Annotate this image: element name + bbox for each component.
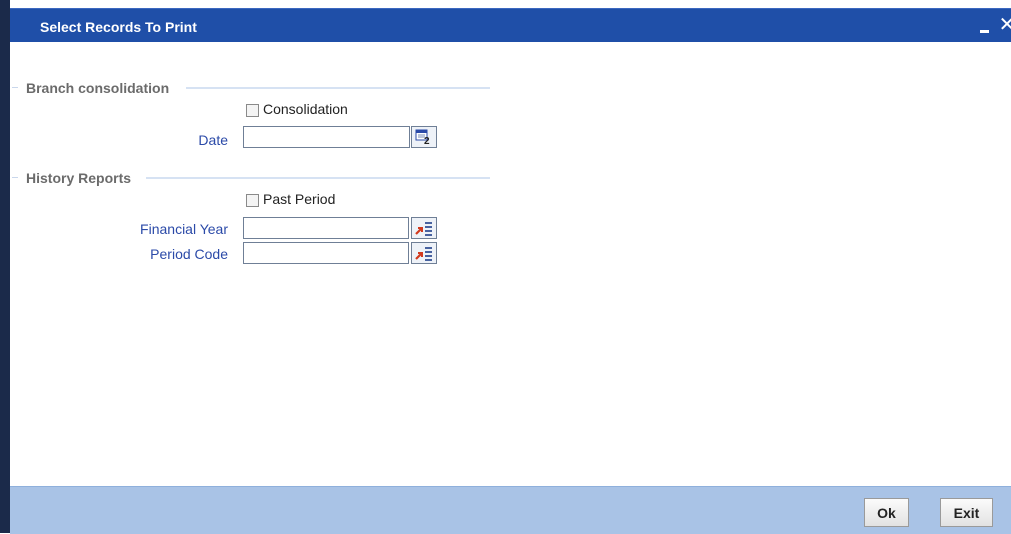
svg-text:2: 2 <box>424 136 430 147</box>
section-rule <box>186 87 490 89</box>
minimize-icon[interactable] <box>976 15 994 35</box>
past-period-checkbox-label: Past Period <box>263 191 336 207</box>
window-title: Select Records To Print <box>40 19 197 35</box>
date-label: Date <box>198 132 228 148</box>
form-content: Branch consolidation Consolidation Date … <box>10 42 1011 486</box>
period-code-lov-icon[interactable] <box>411 242 437 264</box>
list-of-values-icon <box>415 222 432 236</box>
section-rule <box>146 177 490 179</box>
consolidation-checkbox[interactable] <box>246 104 259 117</box>
title-bar: Select Records To Print ✕ <box>10 8 1011 43</box>
past-period-checkbox[interactable] <box>246 194 259 207</box>
list-of-values-icon <box>415 247 432 261</box>
window-left-border <box>0 0 10 533</box>
financial-year-label: Financial Year <box>140 221 228 237</box>
history-reports-header: History Reports <box>10 170 500 186</box>
footer-bar: Ok Exit <box>10 486 1011 534</box>
exit-button[interactable]: Exit <box>940 498 993 527</box>
branch-consolidation-title: Branch consolidation <box>26 80 170 96</box>
section-dash <box>12 87 18 88</box>
financial-year-lov-icon[interactable] <box>411 217 437 239</box>
calendar-icon[interactable]: 2 <box>411 126 437 148</box>
history-reports-title: History Reports <box>26 170 132 186</box>
period-code-label: Period Code <box>150 246 228 262</box>
ok-button[interactable]: Ok <box>864 498 909 527</box>
close-icon[interactable]: ✕ <box>997 14 1011 36</box>
period-code-field[interactable] <box>243 242 409 264</box>
branch-consolidation-header: Branch consolidation <box>10 80 500 96</box>
consolidation-checkbox-label: Consolidation <box>263 101 348 117</box>
calendar-icon-graphic: 2 <box>415 129 430 147</box>
section-dash <box>12 177 18 178</box>
select-records-window: Select Records To Print ✕ Branch consoli… <box>0 0 1011 534</box>
financial-year-field[interactable] <box>243 217 409 239</box>
minimize-bar <box>980 30 989 33</box>
date-field[interactable] <box>243 126 410 148</box>
